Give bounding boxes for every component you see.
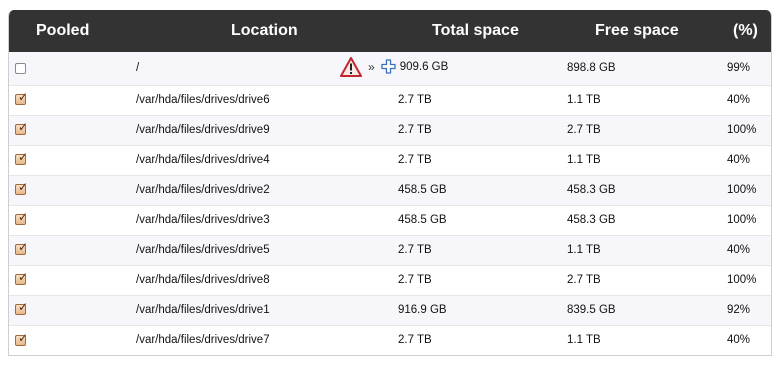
total-space-cell: 2.7 TB: [398, 124, 432, 136]
pooled-checkbox[interactable]: ✓: [15, 90, 29, 106]
checkmark-icon: ✓: [18, 150, 29, 165]
free-space-cell: 839.5 GB: [567, 304, 616, 316]
checkmark-icon: ✓: [18, 240, 29, 255]
total-space-cell: 916.9 GB: [398, 304, 447, 316]
separator-text: »: [368, 59, 375, 74]
checkmark-icon: ✓: [18, 300, 29, 315]
checkmark-icon: ✓: [18, 210, 29, 225]
percent-cell: 40%: [727, 244, 751, 256]
table-row: ✓ /var/hda/files/drives/drive8 2.7 TB 2.…: [9, 265, 771, 295]
pooled-checkbox[interactable]: ✓: [15, 270, 29, 286]
location-cell: /var/hda/files/drives/drive3: [136, 214, 270, 226]
table-header-row: Pooled Location Total space Free space (…: [9, 10, 771, 52]
pooled-checkbox[interactable]: ✓: [15, 150, 29, 166]
percent-cell: 92%: [727, 304, 751, 316]
warning-icon[interactable]: [340, 56, 362, 77]
free-space-cell: 458.3 GB: [567, 184, 616, 196]
percent-cell: 40%: [727, 94, 751, 106]
total-space-cell: 2.7 TB: [398, 334, 432, 347]
checkmark-icon: ✓: [18, 330, 29, 345]
total-space-cell: 2.7 TB: [398, 244, 432, 256]
total-space-cell: 458.5 GB: [398, 184, 447, 196]
location-cell: /var/hda/files/drives/drive6: [136, 94, 270, 106]
total-space-cell: 2.7 TB: [398, 94, 432, 106]
free-space-cell: 898.8 GB: [567, 62, 616, 75]
header-total-space[interactable]: Total space: [381, 10, 545, 52]
table-row: ✓ /var/hda/files/drives/drive1 916.9 GB …: [9, 295, 771, 325]
free-space-cell: 1.1 TB: [567, 244, 601, 256]
percent-cell: 40%: [727, 154, 751, 166]
percent-cell: 100%: [727, 124, 757, 136]
total-space-cell: 2.7 TB: [398, 274, 432, 286]
add-icon[interactable]: [381, 59, 396, 74]
free-space-cell: 2.7 TB: [567, 274, 601, 286]
table-row: / » 909.6 GB 898.8 GB 99%: [9, 52, 771, 85]
percent-cell: 100%: [727, 274, 757, 286]
pooled-checkbox[interactable]: ✓: [15, 300, 29, 316]
pooled-checkbox[interactable]: ✓: [15, 120, 29, 136]
header-location[interactable]: Location: [117, 10, 381, 52]
header-percent[interactable]: (%): [705, 10, 771, 52]
free-space-cell: 458.3 GB: [567, 214, 616, 226]
location-cell: /var/hda/files/drives/drive9: [136, 124, 270, 136]
pooled-checkbox[interactable]: ✓: [15, 210, 29, 226]
location-cell: /var/hda/files/drives/drive4: [136, 154, 270, 166]
percent-cell: 40%: [727, 334, 751, 347]
table-row: ✓ /var/hda/files/drives/drive6 2.7 TB 1.…: [9, 85, 771, 115]
total-space-cell: 458.5 GB: [398, 214, 447, 226]
percent-cell: 99%: [727, 62, 751, 75]
pooled-checkbox[interactable]: ✓: [15, 330, 29, 346]
table-row: ✓ /var/hda/files/drives/drive4 2.7 TB 1.…: [9, 145, 771, 175]
checkmark-icon: ✓: [18, 270, 29, 285]
free-space-cell: 1.1 TB: [567, 154, 601, 166]
checkmark-icon: ✓: [18, 180, 29, 195]
table-row: ✓ /var/hda/files/drives/drive2 458.5 GB …: [9, 175, 771, 205]
percent-cell: 100%: [727, 184, 757, 196]
table-row: ✓ /var/hda/files/drives/drive3 458.5 GB …: [9, 205, 771, 235]
drives-table: Pooled Location Total space Free space (…: [9, 10, 771, 355]
checkmark-icon: ✓: [18, 90, 29, 105]
location-cell: /var/hda/files/drives/drive5: [136, 244, 270, 256]
free-space-cell: 1.1 TB: [567, 334, 601, 347]
pooled-checkbox[interactable]: ✓: [15, 180, 29, 196]
header-pooled[interactable]: Pooled: [9, 10, 117, 52]
location-cell: /var/hda/files/drives/drive2: [136, 184, 270, 196]
free-space-cell: 2.7 TB: [567, 124, 601, 136]
total-space-cell: 2.7 TB: [398, 154, 432, 166]
table-row: ✓ /var/hda/files/drives/drive5 2.7 TB 1.…: [9, 235, 771, 265]
header-free-space[interactable]: Free space: [545, 10, 705, 52]
free-space-cell: 1.1 TB: [567, 94, 601, 106]
location-cell: /var/hda/files/drives/drive1: [136, 304, 270, 316]
location-cell: /var/hda/files/drives/drive7: [136, 334, 270, 347]
drives-panel: Pooled Location Total space Free space (…: [8, 10, 772, 356]
checkmark-icon: ✓: [18, 120, 29, 135]
pooled-checkbox[interactable]: [15, 62, 26, 74]
pooled-checkbox[interactable]: ✓: [15, 240, 29, 256]
table-row: ✓ /var/hda/files/drives/drive9 2.7 TB 2.…: [9, 115, 771, 145]
table-row: ✓ /var/hda/files/drives/drive7 2.7 TB 1.…: [9, 325, 771, 355]
percent-cell: 100%: [727, 214, 757, 226]
total-space-cell: 909.6 GB: [399, 60, 449, 73]
location-cell: /var/hda/files/drives/drive8: [136, 274, 270, 286]
